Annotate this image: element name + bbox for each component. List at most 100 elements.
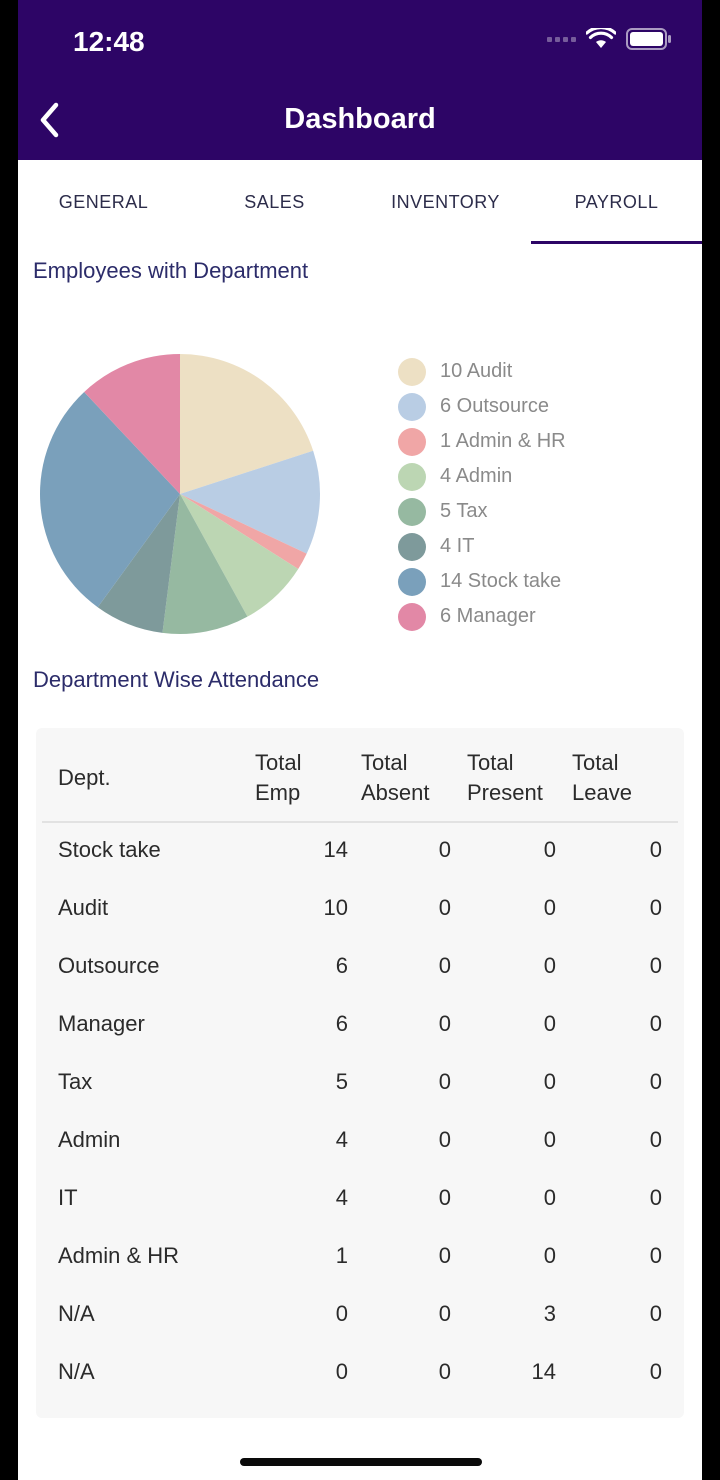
tab-general[interactable]: GENERAL xyxy=(18,160,189,244)
tab-label: GENERAL xyxy=(58,191,149,212)
header-total-leave: Total Leave xyxy=(572,748,632,808)
table-row: N/A 0 0 3 0 xyxy=(36,1287,684,1345)
legend-item: 5 Tax xyxy=(398,494,566,529)
cell-leave: 0 xyxy=(649,1011,662,1036)
legend-swatch xyxy=(398,357,426,386)
legend-label: 14 Stock take xyxy=(440,570,562,592)
cell-present: 0 xyxy=(543,1243,556,1268)
legend-label: 1 Admin & HR xyxy=(440,430,566,452)
cell-emp: 5 xyxy=(335,1069,348,1094)
cell-leave: 0 xyxy=(649,1301,662,1326)
table-row: IT 4 0 0 0 xyxy=(36,1171,684,1229)
pie-svg xyxy=(39,354,320,634)
tab-payroll[interactable]: PAYROLL xyxy=(531,160,702,244)
cell-absent: 0 xyxy=(438,1127,451,1152)
cell-dept: N/A xyxy=(58,1301,95,1326)
table-header: Dept. Total Emp Total Absent Total Prese… xyxy=(36,728,684,823)
cell-present: 3 xyxy=(543,1301,556,1326)
cell-present: 14 xyxy=(531,1359,556,1384)
header-total-present: Total Present xyxy=(467,748,543,808)
legend-label: 6 Outsource xyxy=(440,395,549,417)
legend-item: 4 IT xyxy=(398,529,566,564)
header-label-line1: Total xyxy=(361,750,408,775)
cell-leave: 0 xyxy=(649,1127,662,1152)
tab-sales[interactable]: SALES xyxy=(189,160,360,244)
battery-icon xyxy=(626,28,671,50)
legend-swatch xyxy=(398,532,426,561)
cell-present: 0 xyxy=(543,1127,556,1152)
header-label-line1: Total xyxy=(255,750,302,775)
legend-swatch xyxy=(398,392,426,421)
cell-leave: 0 xyxy=(649,1185,662,1210)
cell-emp: 4 xyxy=(335,1185,348,1210)
attendance-table: Dept. Total Emp Total Absent Total Prese… xyxy=(36,728,684,1418)
table-row: Admin 4 0 0 0 xyxy=(36,1113,684,1171)
cell-present: 0 xyxy=(543,837,556,862)
tab-label: PAYROLL xyxy=(574,191,659,212)
cell-absent: 0 xyxy=(438,1301,451,1326)
cell-present: 0 xyxy=(543,1069,556,1094)
legend-label: 4 IT xyxy=(440,535,475,557)
cell-absent: 0 xyxy=(438,1069,451,1094)
home-indicator xyxy=(240,1458,482,1466)
table-row: N/A 0 0 14 0 xyxy=(36,1345,684,1403)
header-total-absent: Total Absent xyxy=(361,748,430,808)
legend-item: 6 Outsource xyxy=(398,389,566,424)
cell-leave: 0 xyxy=(649,837,662,862)
legend-swatch xyxy=(398,427,426,456)
status-icons xyxy=(547,28,672,50)
legend-swatch xyxy=(398,497,426,526)
attendance-section-title: Department Wise Attendance xyxy=(33,667,320,692)
tab-bar: GENERAL SALES INVENTORY PAYROLL xyxy=(18,160,702,244)
legend-item: 6 Manager xyxy=(398,599,566,634)
cell-present: 0 xyxy=(543,1185,556,1210)
legend-swatch xyxy=(398,462,426,491)
header-label-line2: Leave xyxy=(572,780,632,805)
cell-emp: 6 xyxy=(335,953,348,978)
employees-section-title: Employees with Department xyxy=(33,258,309,283)
cell-leave: 0 xyxy=(649,953,662,978)
header-label-line1: Total xyxy=(467,750,514,775)
cell-dept: IT xyxy=(58,1185,78,1210)
cell-dept: Tax xyxy=(58,1069,93,1094)
legend-item: 4 Admin xyxy=(398,459,566,494)
table-row: Admin & HR 1 0 0 0 xyxy=(36,1229,684,1287)
table-row: Outsource 6 0 0 0 xyxy=(36,939,684,997)
cell-absent: 0 xyxy=(438,895,451,920)
header-label-line1: Total xyxy=(572,750,619,775)
cell-dept: Manager xyxy=(58,1011,145,1036)
tab-label: SALES xyxy=(244,191,305,212)
dashboard-screen: 12:48 Dashboard GENERAL SALES INVENTORY … xyxy=(18,0,702,1480)
legend-item: 10 Audit xyxy=(398,354,566,389)
legend-label: 10 Audit xyxy=(440,360,513,382)
employees-pie-chart xyxy=(38,352,322,636)
tab-inventory[interactable]: INVENTORY xyxy=(360,160,531,244)
chart-legend: 10 Audit 6 Outsource 1 Admin & HR 4 Admin 5 … xyxy=(398,354,566,634)
cell-absent: 0 xyxy=(438,1359,451,1384)
tab-label: INVENTORY xyxy=(391,191,500,212)
cell-absent: 0 xyxy=(438,1243,451,1268)
cell-dept: N/A xyxy=(58,1359,95,1384)
cell-dept: Outsource xyxy=(58,953,160,978)
status-time: 12:48 xyxy=(73,26,145,57)
cell-emp: 1 xyxy=(335,1243,348,1268)
cell-present: 0 xyxy=(543,953,556,978)
cell-dept: Stock take xyxy=(58,837,161,862)
header-total-emp: Total Emp xyxy=(255,748,301,808)
cell-leave: 0 xyxy=(649,1243,662,1268)
cell-absent: 0 xyxy=(438,837,451,862)
header-label-line2: Emp xyxy=(255,780,301,805)
cell-emp: 6 xyxy=(335,1011,348,1036)
cell-absent: 0 xyxy=(438,953,451,978)
cell-emp: 0 xyxy=(335,1301,348,1326)
cell-leave: 0 xyxy=(649,1359,662,1384)
table-row: Manager 6 0 0 0 xyxy=(36,997,684,1055)
table-row: Audit 10 0 0 0 xyxy=(36,881,684,939)
cell-emp: 14 xyxy=(323,837,348,862)
cellular-signal-icon xyxy=(547,36,576,42)
header-label: Dept. xyxy=(58,765,111,790)
cell-dept: Audit xyxy=(58,895,109,920)
app-header: 12:48 Dashboard xyxy=(18,0,702,160)
legend-label: 5 Tax xyxy=(440,500,488,522)
header-dept: Dept. xyxy=(58,763,111,793)
